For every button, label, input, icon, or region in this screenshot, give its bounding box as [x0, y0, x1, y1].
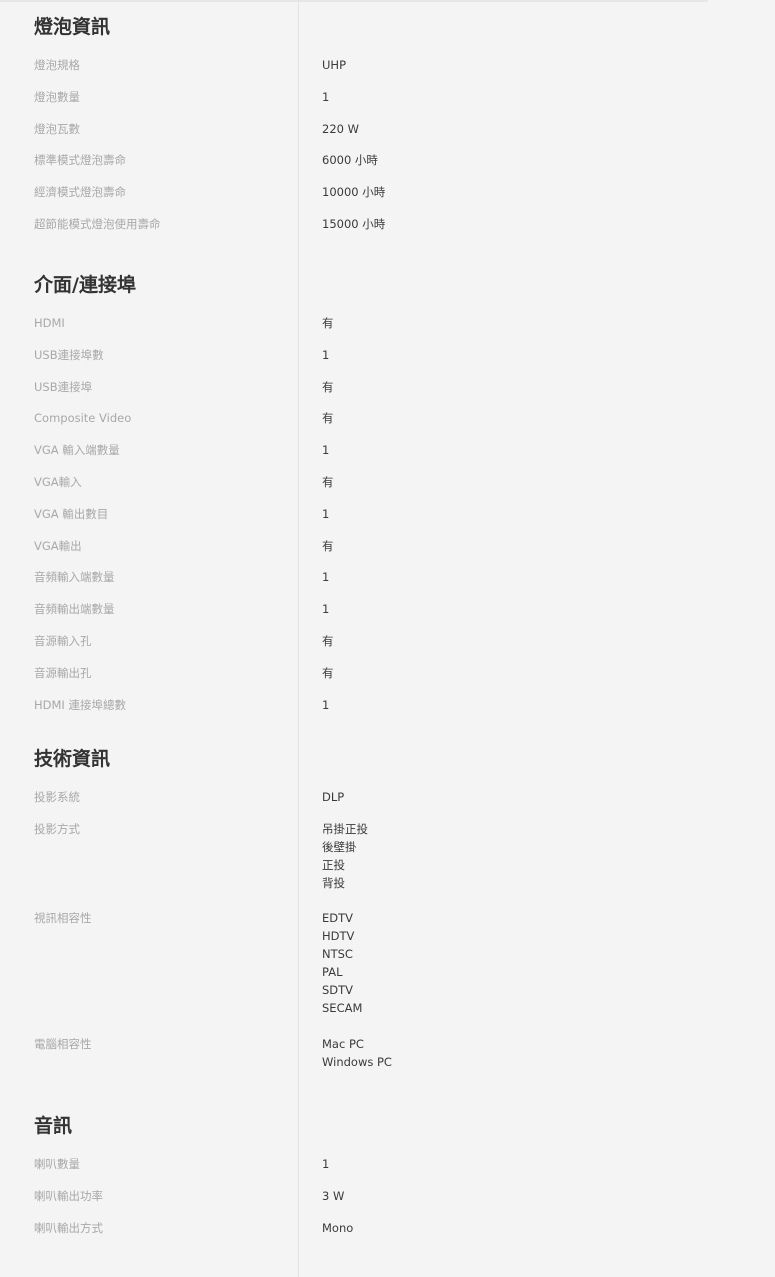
spec-value: 有	[322, 475, 334, 489]
spec-values: DLP	[322, 789, 344, 807]
spec-values: EDTV HDTV NTSC PAL SDTV SECAM	[322, 910, 362, 1018]
spec-label: 電腦相容性	[34, 1037, 92, 1052]
spec-value: DLP	[322, 790, 345, 804]
spec-values: 1	[322, 442, 329, 460]
spec-value: 3 W	[322, 1188, 345, 1203]
spec-values: 1	[322, 506, 329, 524]
section-title: 介面/連接埠	[34, 274, 136, 296]
spec-label: VGA 輸入端數量	[34, 443, 120, 458]
spec-label: 音源輸出孔	[34, 665, 92, 680]
spec-values: 3 W	[322, 1188, 344, 1206]
spec-values: 吊掛正投後壁掛正投背投	[322, 821, 368, 893]
spec-value: 後壁掛	[322, 839, 357, 854]
spec-label: USB連接埠	[34, 379, 93, 394]
spec-label: 視訊相容性	[34, 910, 92, 925]
spec-value: Mac PC	[322, 1037, 364, 1052]
spec-values: 10000 小時	[322, 184, 385, 202]
spec-value: 有	[322, 379, 334, 394]
spec-values: 有	[322, 633, 334, 651]
spec-value: 1	[322, 347, 330, 362]
spec-label: 音頻輸出端數量	[34, 602, 115, 617]
spec-values: 6000 小時	[322, 152, 378, 170]
spec-value: 有	[322, 411, 334, 426]
spec-label: HDMI 連接埠總數	[34, 697, 126, 712]
top-border	[0, 0, 708, 2]
spec-value: 220 W	[322, 121, 359, 136]
spec-values: Mono	[322, 1220, 353, 1238]
spec-values: 有	[322, 379, 334, 397]
column-divider	[298, 0, 299, 1277]
spec-value: 背投	[322, 875, 345, 890]
spec-values: 1	[322, 569, 329, 587]
spec-label: 喇叭數量	[34, 1157, 80, 1171]
spec-value: PAL	[322, 964, 343, 979]
spec-value: 15000 小時	[322, 217, 386, 231]
spec-value: 6000 小時	[322, 153, 378, 168]
spec-label: VGA 輸出數目	[34, 506, 109, 521]
spec-values: 15000 小時	[322, 216, 385, 234]
spec-value: 有	[322, 316, 334, 330]
spec-value: NTSC	[322, 946, 353, 961]
spec-value: SDTV	[322, 982, 354, 997]
spec-value: SECAM	[322, 1000, 363, 1015]
spec-values: 220 W	[322, 121, 359, 139]
spec-value: Windows PC	[322, 1055, 392, 1070]
spec-value: 1	[322, 506, 330, 521]
section-title: 音訊	[34, 1115, 73, 1137]
spec-value: 1	[322, 1157, 330, 1171]
spec-label: 燈泡規格	[34, 58, 80, 72]
spec-label: 超節能模式燈泡使用壽命	[34, 217, 161, 231]
spec-value: 有	[322, 538, 334, 553]
spec-label: 音源輸入孔	[34, 634, 92, 648]
spec-value: 正投	[322, 857, 345, 872]
spec-values: UHP	[322, 57, 346, 75]
spec-label: HDMI	[34, 316, 65, 330]
spec-label: VGA輸入	[34, 475, 82, 489]
spec-values: 1	[322, 697, 329, 715]
spec-value: 有	[322, 665, 334, 680]
spec-value: EDTV	[322, 910, 354, 925]
spec-label: Composite Video	[34, 411, 132, 426]
spec-values: 1	[322, 1156, 329, 1174]
spec-label: 投影系統	[34, 790, 80, 804]
spec-values: 有	[322, 410, 334, 428]
spec-label: 投影方式	[34, 821, 80, 836]
spec-value: 吊掛正投	[322, 821, 368, 836]
spec-value: HDTV	[322, 928, 355, 943]
spec-value: 1	[322, 443, 330, 458]
spec-values: 1	[322, 347, 329, 365]
section-title: 技術資訊	[34, 748, 111, 770]
spec-values: 有	[322, 315, 334, 333]
spec-label: 燈泡數量	[34, 89, 80, 104]
spec-values: 1	[322, 601, 329, 619]
section-title: 燈泡資訊	[34, 16, 111, 38]
spec-label: 音頻輸入端數量	[34, 570, 115, 585]
spec-value: 1	[322, 602, 330, 617]
spec-label: USB連接埠數	[34, 347, 104, 362]
spec-value: UHP	[322, 58, 346, 72]
spec-label: 標準模式燈泡壽命	[34, 153, 126, 168]
spec-values: 1	[322, 89, 329, 107]
spec-value: 1	[322, 570, 330, 585]
spec-values: 有	[322, 665, 334, 683]
spec-value: 有	[322, 634, 334, 648]
spec-values: 有	[322, 474, 334, 492]
spec-label: VGA輸出	[34, 538, 82, 553]
spec-label: 燈泡瓦數	[34, 121, 80, 136]
spec-label: 經濟模式燈泡壽命	[34, 185, 126, 200]
spec-values: 有	[322, 538, 334, 556]
spec-values: Mac PC Windows PC	[322, 1036, 392, 1072]
spec-value: 10000 小時	[322, 185, 386, 200]
spec-value: Mono	[322, 1220, 354, 1235]
spec-value: 1	[322, 89, 330, 104]
spec-value: 1	[322, 697, 330, 712]
spec-label: 喇叭輸出功率	[34, 1188, 103, 1203]
spec-label: 喇叭輸出方式	[34, 1220, 103, 1235]
